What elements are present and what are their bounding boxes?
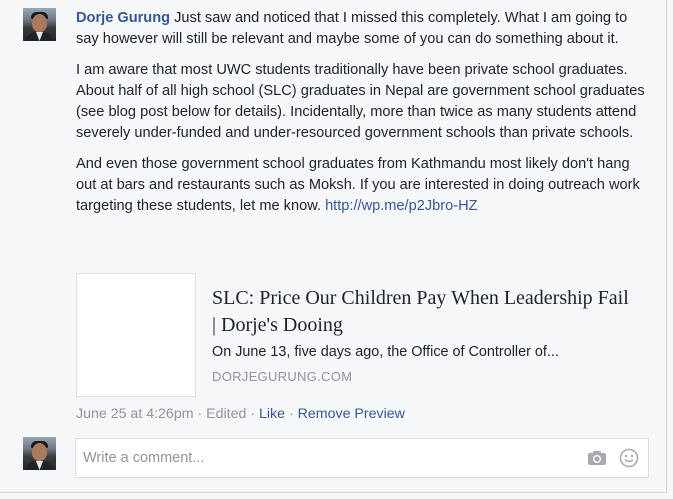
comment-paragraph-1: Dorje Gurung Just saw and noticed that I… (76, 8, 651, 50)
link-preview-domain: DORJEGURUNG.COM (212, 369, 353, 384)
write-comment-input[interactable]: Write a comment... (75, 438, 649, 478)
link-preview-thumbnail[interactable] (76, 273, 196, 397)
meta-separator: · (285, 406, 298, 422)
link-preview-description: On June 13, five days ago, the Office of… (212, 344, 559, 360)
reply-avatar (23, 437, 56, 470)
meta-separator: · (246, 406, 259, 422)
author-name-link[interactable]: Dorje Gurung (76, 10, 170, 26)
comment-meta: June 25 at 4:26pm · Edited · Like · Remo… (76, 406, 405, 422)
edited-label[interactable]: Edited (206, 406, 246, 422)
smiley-icon[interactable] (619, 448, 639, 468)
meta-separator: · (193, 406, 207, 422)
comment-body: Dorje Gurung Just saw and noticed that I… (76, 8, 651, 227)
link-preview-title[interactable]: SLC: Price Our Children Pay When Leaders… (212, 285, 632, 339)
like-link[interactable]: Like (259, 406, 285, 422)
shared-link[interactable]: http://wp.me/p2Jbro-HZ (325, 198, 477, 214)
camera-icon[interactable] (587, 450, 607, 466)
comment-paragraph-2: I am aware that most UWC students tradit… (76, 62, 645, 141)
comment-timestamp[interactable]: June 25 at 4:26pm (76, 406, 194, 422)
remove-preview-link[interactable]: Remove Preview (298, 406, 405, 422)
comment-paragraph-3: And even those government school graduat… (76, 154, 651, 217)
link-preview-card[interactable]: SLC: Price Our Children Pay When Leaders… (76, 273, 636, 397)
comment-panel: Dorje Gurung Just saw and noticed that I… (0, 0, 667, 493)
author-avatar[interactable] (23, 8, 56, 41)
comment-placeholder: Write a comment... (83, 450, 205, 466)
